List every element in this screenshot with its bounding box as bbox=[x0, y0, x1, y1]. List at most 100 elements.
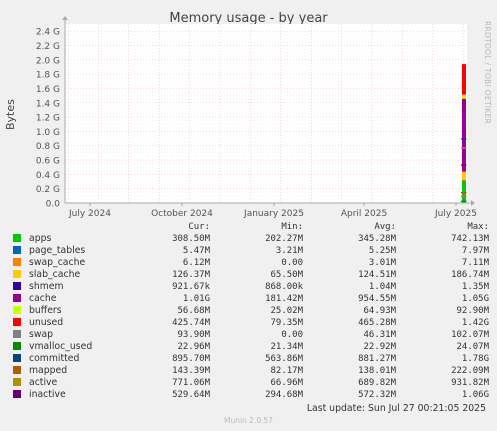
legend: Cur: Min: Avg: Max: apps 308.50M 202.27M 34… bbox=[10, 221, 489, 401]
legend-avg-value: 572.32M bbox=[358, 390, 396, 400]
y-tick-label: 2.0 G bbox=[36, 56, 60, 66]
legend-cur-value: 22.96M bbox=[177, 342, 210, 352]
y-tick-label: 0.0 bbox=[46, 200, 61, 210]
legend-max-value: 92.90M bbox=[456, 306, 489, 316]
legend-min-value: 3.21M bbox=[275, 246, 303, 256]
legend-header-row: Cur: Min: Avg: Max: bbox=[10, 221, 489, 233]
legend-row-page-tables: page_tables 5.47M 3.21M 5.25M 7.97M bbox=[10, 245, 489, 257]
legend-max-value: 102.07M bbox=[451, 330, 489, 340]
legend-label: committed bbox=[29, 353, 80, 364]
area-apps bbox=[462, 180, 466, 203]
legend-swatch bbox=[13, 318, 21, 326]
legend-cur-value: 308.50M bbox=[172, 234, 210, 244]
area-unused bbox=[462, 64, 466, 95]
x-tick-label: July 2024 bbox=[68, 209, 111, 219]
legend-label: inactive bbox=[29, 389, 66, 400]
legend-label: page_tables bbox=[29, 245, 86, 256]
legend-max-value: 931.82M bbox=[451, 378, 489, 388]
y-tick-label: 1.2 G bbox=[36, 114, 60, 124]
legend-cur-value: 93.90M bbox=[177, 330, 210, 340]
legend-cur-value: 6.12M bbox=[182, 258, 210, 268]
legend-row-shmem: shmem 921.67k 868.00k 1.04M 1.35M bbox=[10, 281, 489, 293]
legend-min-value: 181.42M bbox=[265, 294, 303, 304]
y-tick-label: 0.2 G bbox=[36, 185, 60, 195]
legend-row-buffers: buffers 56.68M 25.02M 64.93M 92.90M bbox=[10, 305, 489, 317]
legend-max-value: 222.09M bbox=[451, 366, 489, 376]
legend-cur-value: 1.01G bbox=[182, 294, 210, 304]
legend-max-value: 1.35M bbox=[461, 282, 489, 292]
legend-max-value: 7.97M bbox=[461, 246, 489, 256]
legend-label: swap_cache bbox=[29, 257, 86, 268]
legend-swatch bbox=[13, 234, 21, 242]
legend-min-value: 79.35M bbox=[270, 318, 303, 328]
legend-swatch bbox=[13, 378, 21, 386]
legend-swatch bbox=[13, 390, 21, 398]
legend-avg-value: 1.04M bbox=[368, 282, 396, 292]
legend-cur-value: 895.70M bbox=[172, 354, 210, 364]
legend-avg-value: 3.01M bbox=[368, 258, 396, 268]
legend-label: slab_cache bbox=[29, 269, 81, 280]
munin-graph: Memory usage - by year RRDTOOL / TOBI OE… bbox=[0, 0, 497, 431]
legend-label: buffers bbox=[29, 305, 62, 316]
legend-swatch bbox=[13, 270, 21, 278]
area-slab-cache bbox=[462, 171, 466, 181]
legend-avg-value: 465.28M bbox=[358, 318, 396, 328]
munin-version: Munin 2.0.57 bbox=[223, 416, 274, 425]
legend-max-value: 1.05G bbox=[461, 294, 489, 304]
y-tick-label: 1.6 G bbox=[36, 85, 60, 95]
legend-max-value: 186.74M bbox=[451, 270, 489, 280]
legend-min-value: 25.02M bbox=[270, 306, 303, 316]
legend-row-swap: swap 93.90M 0.00 46.31M 102.07M bbox=[10, 329, 489, 341]
legend-row-active: active 771.06M 66.96M 689.82M 931.82M bbox=[10, 377, 489, 389]
legend-avg-value: 5.25M bbox=[368, 246, 396, 256]
legend-avg-value: 64.93M bbox=[363, 306, 396, 316]
legend-row-committed: committed 895.70M 563.86M 881.27M 1.78G bbox=[10, 353, 489, 365]
last-update: Last update: Sun Jul 27 00:21:05 2025 bbox=[306, 403, 486, 414]
legend-row-cache: cache 1.01G 181.42M 954.55M 1.05G bbox=[10, 293, 489, 305]
legend-min-value: 868.00k bbox=[265, 282, 303, 292]
legend-label: swap bbox=[29, 329, 54, 340]
chart-plot: 0.0 0.2 G 0.4 G 0.6 G 0.8 G 1.0 G 1.2 G 1.4 G 1.… bbox=[36, 16, 477, 219]
legend-label: mapped bbox=[29, 365, 68, 376]
legend-swatch bbox=[13, 330, 21, 338]
legend-max-value: 7.11M bbox=[461, 258, 489, 268]
legend-cur-value: 56.68M bbox=[177, 306, 210, 316]
legend-cur-value: 529.64M bbox=[172, 390, 210, 400]
legend-label: active bbox=[29, 377, 58, 388]
legend-header-min: Min: bbox=[281, 222, 303, 232]
legend-label: unused bbox=[29, 317, 64, 328]
x-tick-label: October 2024 bbox=[151, 209, 213, 219]
legend-avg-value: 881.27M bbox=[358, 354, 396, 364]
legend-max-value: 742.13M bbox=[451, 234, 489, 244]
y-axis-arrow bbox=[62, 16, 68, 20]
legend-avg-value: 689.82M bbox=[358, 378, 396, 388]
legend-max-value: 1.78G bbox=[461, 354, 489, 364]
legend-cur-value: 921.67k bbox=[172, 282, 210, 292]
legend-max-value: 24.07M bbox=[456, 342, 489, 352]
legend-min-value: 0.00 bbox=[281, 330, 303, 340]
x-tick-label: April 2025 bbox=[341, 209, 387, 219]
area-cache bbox=[462, 98, 466, 171]
legend-header-max: Max: bbox=[467, 222, 489, 232]
y-tick-label: 1.4 G bbox=[36, 99, 60, 109]
legend-label: vmalloc_used bbox=[29, 341, 93, 352]
legend-row-apps: apps 308.50M 202.27M 345.28M 742.13M bbox=[10, 233, 489, 245]
legend-header-avg: Avg: bbox=[374, 222, 396, 232]
legend-row-unused: unused 425.74M 79.35M 465.28M 1.42G bbox=[10, 317, 489, 329]
y-tick-label: 1.0 G bbox=[36, 128, 60, 138]
legend-min-value: 294.68M bbox=[265, 390, 303, 400]
legend-label: shmem bbox=[29, 281, 64, 292]
legend-row-inactive: inactive 529.64M 294.68M 572.32M 1.06G bbox=[10, 389, 489, 401]
y-tick-label: 0.6 G bbox=[36, 157, 60, 167]
area-buffers bbox=[462, 94, 466, 99]
legend-avg-value: 954.55M bbox=[358, 294, 396, 304]
legend-avg-value: 46.31M bbox=[363, 330, 396, 340]
y-tick-label: 0.4 G bbox=[36, 171, 60, 181]
legend-avg-value: 124.51M bbox=[358, 270, 396, 280]
legend-cur-value: 771.06M bbox=[172, 378, 210, 388]
legend-swatch bbox=[13, 294, 21, 302]
legend-swatch bbox=[13, 306, 21, 314]
legend-min-value: 563.86M bbox=[265, 354, 303, 364]
legend-min-value: 65.50M bbox=[270, 270, 303, 280]
legend-swatch bbox=[13, 246, 21, 254]
